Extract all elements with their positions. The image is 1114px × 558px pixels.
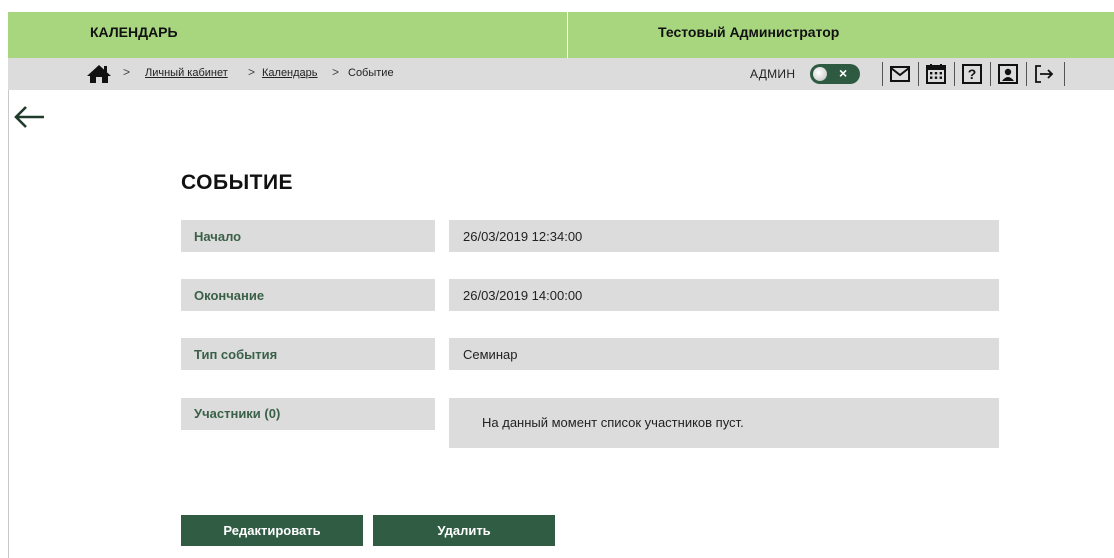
page-frame-border [8, 12, 9, 558]
calendar-icon[interactable] [924, 62, 948, 86]
breadcrumb-link-personal-cabinet[interactable]: Личный кабинет [145, 67, 228, 79]
mail-icon[interactable] [888, 62, 912, 86]
breadcrumb-separator: > [123, 65, 131, 79]
breadcrumb-current-event: Событие [348, 67, 394, 79]
close-icon: × [839, 65, 848, 81]
logout-icon[interactable] [1032, 62, 1056, 86]
delete-button[interactable]: Удалить [373, 515, 555, 546]
toolbar-divider [990, 62, 991, 86]
back-arrow-icon[interactable] [12, 104, 46, 130]
field-value-text: 26/03/2019 14:00:00 [463, 288, 583, 303]
toolbar-divider [1026, 62, 1027, 86]
help-icon[interactable]: ? [960, 62, 984, 86]
breadcrumb-link-calendar[interactable]: Календарь [262, 67, 318, 79]
home-icon[interactable] [86, 64, 112, 84]
toolbar-divider [954, 62, 955, 86]
admin-mode-toggle[interactable]: × [810, 64, 860, 84]
participants-empty-text: На данный момент список участников пуст. [482, 415, 744, 430]
field-label-start: Начало [181, 220, 435, 252]
field-value-text: 26/03/2019 12:34:00 [463, 229, 583, 244]
field-label-text: Тип события [194, 347, 278, 362]
field-label-text: Начало [194, 229, 242, 244]
toolbar-divider [882, 62, 883, 86]
field-label-end: Окончание [181, 279, 435, 311]
field-label-text: Участники (0) [194, 406, 281, 421]
top-header: КАЛЕНДАРЬ Тестовый Администратор [8, 12, 1114, 58]
field-value-end: 26/03/2019 14:00:00 [449, 279, 999, 311]
admin-mode-label: АДМИН [750, 67, 796, 81]
app-title[interactable]: КАЛЕНДАРЬ [90, 24, 178, 40]
field-value-start: 26/03/2019 12:34:00 [449, 220, 999, 252]
profile-icon[interactable] [996, 62, 1020, 86]
navigation-bar: > Личный кабинет > Календарь > Событие А… [8, 58, 1114, 90]
svg-text:?: ? [968, 66, 977, 82]
field-value-text: Семинар [463, 347, 518, 362]
field-value-participants: На данный момент список участников пуст. [449, 398, 999, 448]
user-name[interactable]: Тестовый Администратор [658, 24, 839, 40]
breadcrumb-separator: > [332, 65, 340, 79]
toggle-knob [813, 67, 827, 81]
toolbar-divider [1064, 62, 1065, 86]
edit-button[interactable]: Редактировать [181, 515, 363, 546]
field-label-text: Окончание [194, 288, 265, 303]
breadcrumb-separator: > [248, 65, 256, 79]
field-label-event-type: Тип события [181, 338, 435, 370]
field-value-event-type: Семинар [449, 338, 999, 370]
toolbar-divider [918, 62, 919, 86]
field-label-participants: Участники (0) [181, 398, 435, 430]
header-divider [567, 12, 568, 58]
page-title: СОБЫТИЕ [181, 171, 294, 194]
